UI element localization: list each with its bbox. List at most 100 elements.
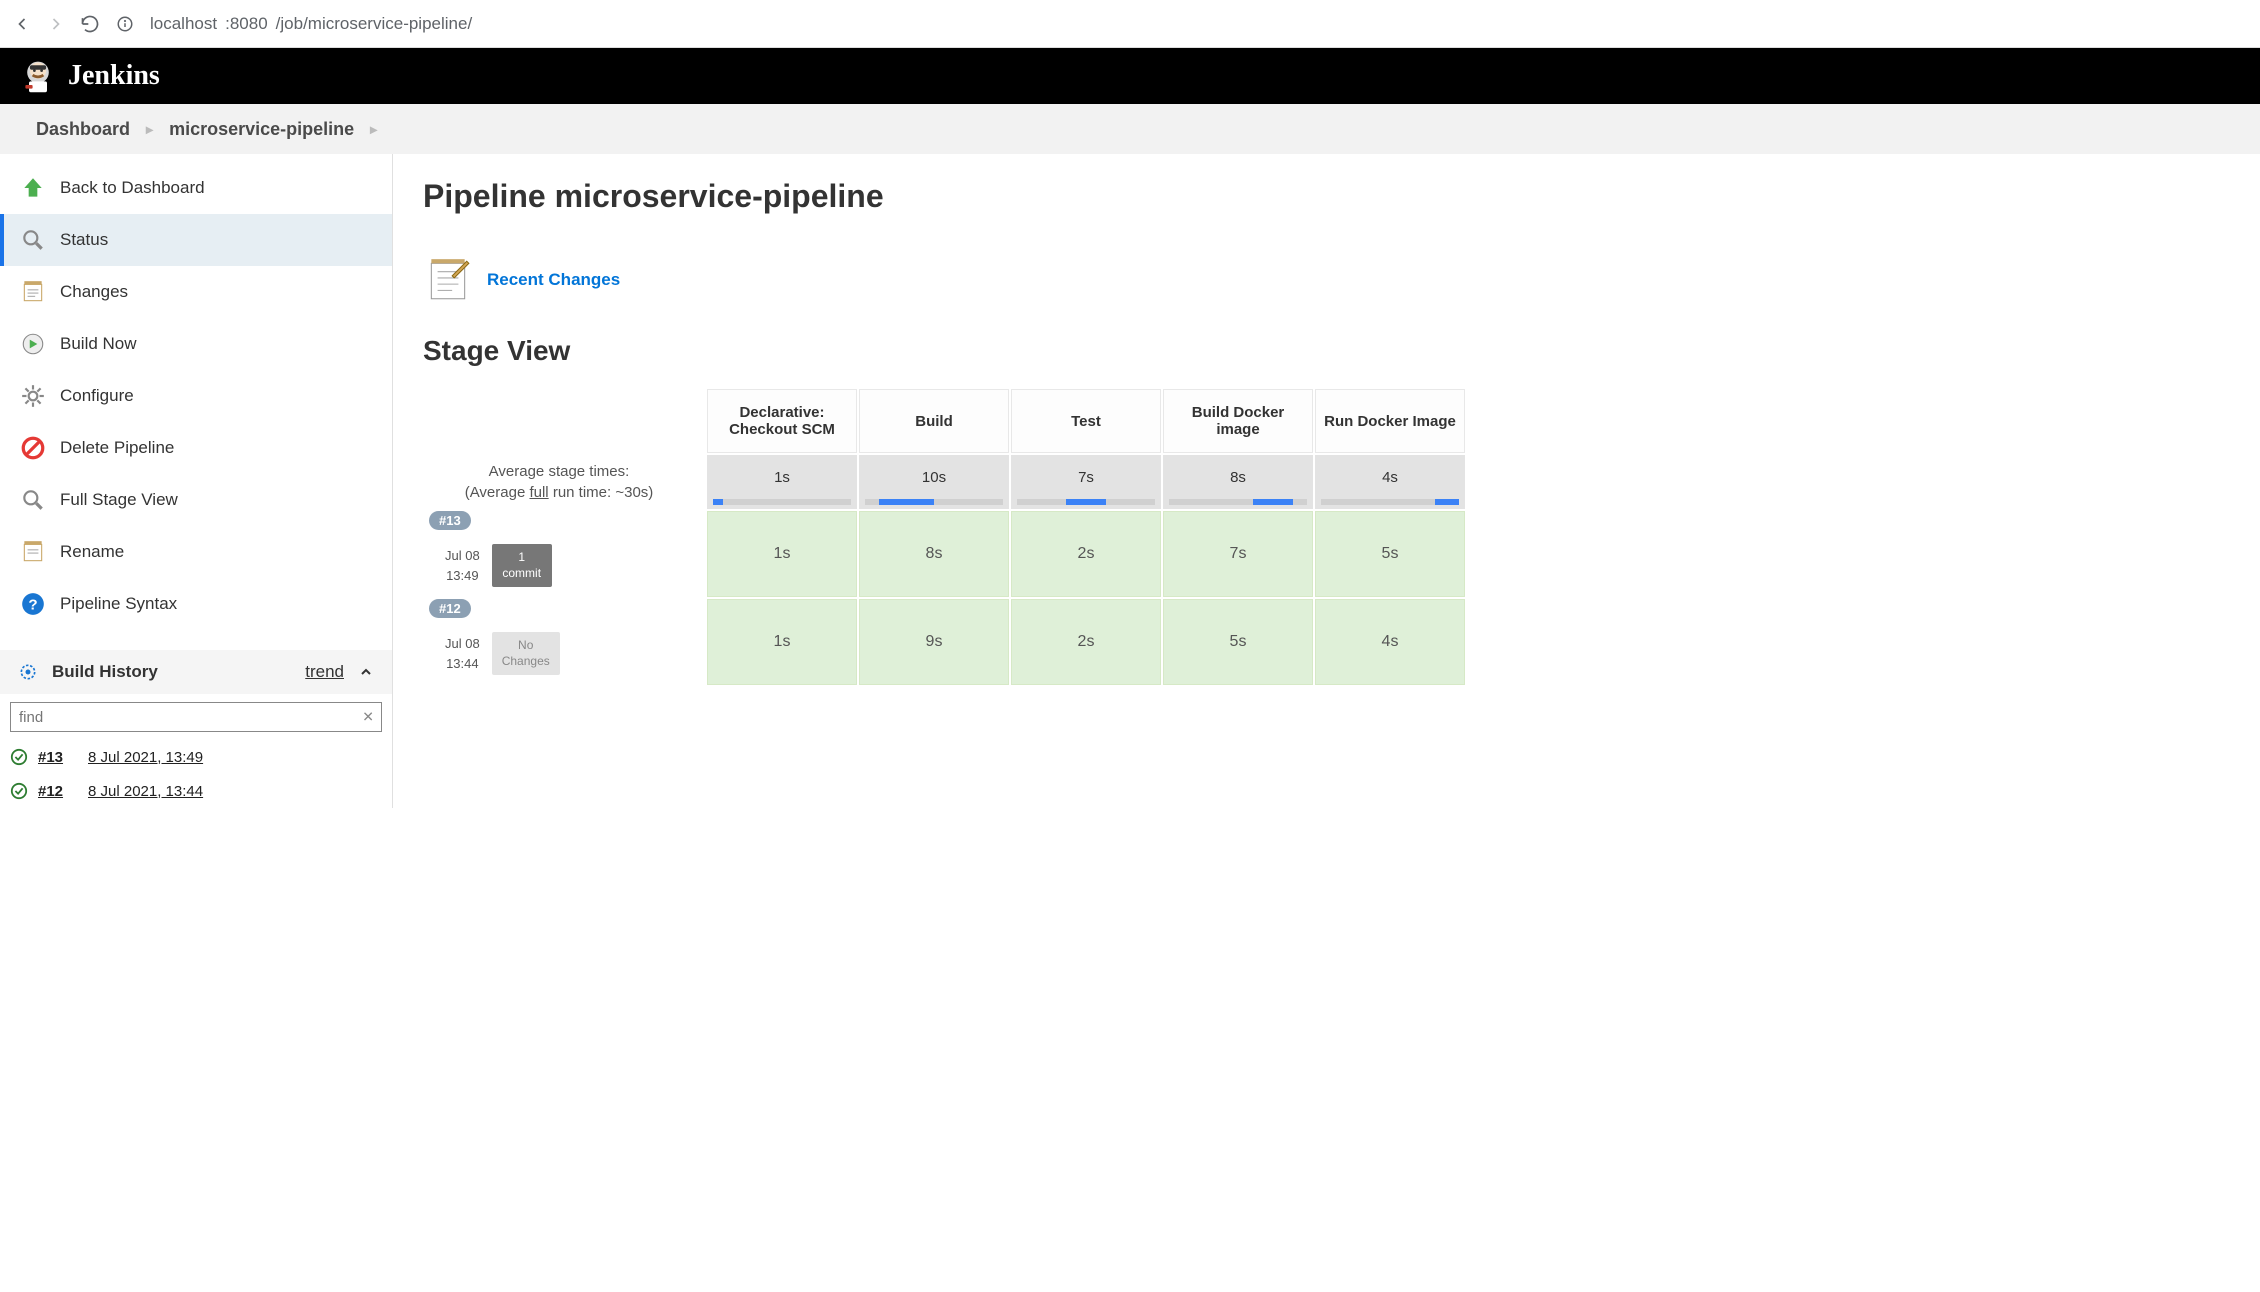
task-changes[interactable]: Changes: [0, 266, 392, 318]
task-back-to-dashboard[interactable]: Back to Dashboard: [0, 162, 392, 214]
breadcrumb-item-job[interactable]: microservice-pipeline: [161, 119, 362, 140]
stage-view: Declarative: Checkout SCM Build Test Bui…: [423, 387, 2230, 687]
build-time[interactable]: 8 Jul 2021, 13:44: [88, 783, 203, 800]
url-port: :8080: [225, 14, 268, 34]
stage-average-cell: 8s: [1163, 455, 1313, 509]
forward-button[interactable]: [46, 14, 66, 34]
stage-cell[interactable]: 5s: [1315, 511, 1465, 597]
stage-column-header: Run Docker Image: [1315, 389, 1465, 453]
notepad-icon: [423, 255, 473, 305]
back-button[interactable]: [12, 14, 32, 34]
stage-cell[interactable]: 4s: [1315, 599, 1465, 685]
jenkins-logo-icon: [20, 58, 56, 94]
browser-chrome: localhost :8080/job/microservice-pipeline…: [0, 0, 2260, 48]
build-history-header: Build History trend: [0, 650, 392, 694]
side-tasks: Back to Dashboard Status Changes Build N…: [0, 154, 392, 630]
task-label: Rename: [60, 542, 124, 562]
stage-average-cell: 1s: [707, 455, 857, 509]
chevron-right-icon: ▸: [146, 121, 153, 138]
build-number[interactable]: #12: [38, 783, 78, 800]
url-path: /job/microservice-pipeline/: [276, 14, 473, 34]
breadcrumb: Dashboard ▸ microservice-pipeline ▸: [0, 104, 2260, 154]
run-id-badge: #13: [429, 511, 471, 530]
task-label: Build Now: [60, 334, 137, 354]
stage-header-row: Declarative: Checkout SCM Build Test Bui…: [425, 389, 1465, 453]
task-label: Changes: [60, 282, 128, 302]
task-label: Full Stage View: [60, 490, 178, 510]
task-label: Pipeline Syntax: [60, 594, 177, 614]
task-rename[interactable]: Rename: [0, 526, 392, 578]
stage-column-header: Build Docker image: [1163, 389, 1313, 453]
build-row[interactable]: #13 8 Jul 2021, 13:49: [0, 740, 392, 774]
chevron-up-icon[interactable]: [358, 664, 374, 680]
url-host: localhost: [150, 14, 217, 34]
stage-column-header: Declarative: Checkout SCM: [707, 389, 857, 453]
clock-play-icon: [20, 331, 46, 357]
breadcrumb-item-dashboard[interactable]: Dashboard: [28, 119, 138, 140]
run-changes-badge[interactable]: No Changes: [492, 632, 560, 675]
notepad-icon: [20, 279, 46, 305]
stage-cell[interactable]: 1s: [707, 511, 857, 597]
no-entry-icon: [20, 435, 46, 461]
find-input[interactable]: [10, 702, 382, 732]
recent-changes-link[interactable]: Recent Changes: [487, 270, 620, 290]
find-box-wrap: ✕: [0, 694, 392, 740]
chevron-right-icon: ▸: [370, 121, 377, 138]
stage-cell[interactable]: 8s: [859, 511, 1009, 597]
task-configure[interactable]: Configure: [0, 370, 392, 422]
stage-column-header: Test: [1011, 389, 1161, 453]
stage-cell[interactable]: 1s: [707, 599, 857, 685]
build-history-pane: Build History trend ✕ #13 8 Jul 2021, 13…: [0, 650, 392, 808]
svg-text:?: ?: [28, 596, 37, 613]
task-pipeline-syntax[interactable]: ? Pipeline Syntax: [0, 578, 392, 630]
run-changes-badge[interactable]: 1 commit: [492, 544, 552, 587]
jenkins-header: Jenkins: [0, 48, 2260, 104]
run-id-badge: #12: [429, 599, 471, 618]
task-label: Back to Dashboard: [60, 178, 205, 198]
stage-average-cell: 10s: [859, 455, 1009, 509]
recent-changes: Recent Changes: [423, 255, 2230, 305]
run-datetime: Jul 08 13:44: [433, 630, 492, 677]
stage-cell[interactable]: 2s: [1011, 599, 1161, 685]
trend-link[interactable]: trend: [305, 662, 344, 682]
task-build-now[interactable]: Build Now: [0, 318, 392, 370]
reload-button[interactable]: [80, 14, 100, 34]
stage-cell[interactable]: 9s: [859, 599, 1009, 685]
notepad-icon: [20, 539, 46, 565]
task-status[interactable]: Status: [0, 214, 392, 266]
stage-average-cell: 4s: [1315, 455, 1465, 509]
side-panel: Back to Dashboard Status Changes Build N…: [0, 154, 393, 808]
info-icon[interactable]: [116, 15, 134, 33]
stage-cell[interactable]: 7s: [1163, 511, 1313, 597]
run-datetime: Jul 08 13:49: [433, 542, 492, 589]
build-history-title: Build History: [52, 662, 158, 682]
success-ball-icon: [10, 748, 28, 766]
stage-view-title: Stage View: [423, 335, 2230, 367]
search-icon: [20, 487, 46, 513]
stage-run-label[interactable]: #12 Jul 08 13:44 No Changes: [425, 599, 705, 685]
clear-icon[interactable]: ✕: [362, 709, 374, 726]
stage-column-header: Build: [859, 389, 1009, 453]
task-full-stage-view[interactable]: Full Stage View: [0, 474, 392, 526]
stage-run-label[interactable]: #13 Jul 08 13:49 1 commit: [425, 511, 705, 597]
task-label: Configure: [60, 386, 134, 406]
build-number[interactable]: #13: [38, 749, 78, 766]
browser-nav: [12, 14, 100, 34]
page-title: Pipeline microservice-pipeline: [423, 178, 2230, 215]
task-label: Status: [60, 230, 108, 250]
build-time[interactable]: 8 Jul 2021, 13:49: [88, 749, 203, 766]
main-panel: Pipeline microservice-pipeline Recent Ch…: [393, 154, 2260, 808]
jenkins-logo-text: Jenkins: [68, 60, 160, 92]
search-icon: [20, 227, 46, 253]
stage-run-row: #13 Jul 08 13:49 1 commit: [425, 511, 1465, 597]
stage-average-label: Average stage times: (Average full run t…: [425, 455, 705, 509]
url-bar[interactable]: localhost :8080/job/microservice-pipeline…: [150, 14, 472, 34]
help-icon: ?: [20, 591, 46, 617]
stage-cell[interactable]: 2s: [1011, 511, 1161, 597]
build-row[interactable]: #12 8 Jul 2021, 13:44: [0, 774, 392, 808]
jenkins-logo[interactable]: Jenkins: [20, 58, 160, 94]
success-ball-icon: [10, 782, 28, 800]
stage-cell[interactable]: 5s: [1163, 599, 1313, 685]
task-delete-pipeline[interactable]: Delete Pipeline: [0, 422, 392, 474]
gear-icon: [20, 383, 46, 409]
